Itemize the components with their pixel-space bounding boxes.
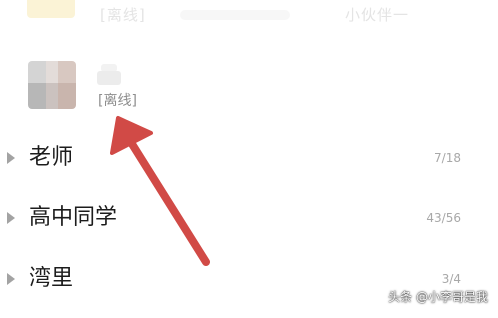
collapse-caret-icon (7, 273, 15, 285)
friend-name-blurred (97, 71, 121, 85)
group-row-high-school[interactable]: 高中同学 43/56 (0, 196, 498, 240)
offline-status-label: [离线] (98, 93, 137, 109)
contact-note: 小伙伴一 (345, 6, 410, 24)
group-name: 高中同学 (29, 205, 118, 230)
contact-avatar[interactable] (27, 0, 75, 18)
group-online-count: 43/56 (426, 211, 461, 225)
group-name: 老师 (29, 145, 74, 170)
group-online-count: 7/18 (434, 151, 461, 165)
contact-status: [离线] (100, 6, 146, 24)
collapse-caret-icon (7, 212, 15, 224)
contact-signature (180, 10, 290, 20)
group-row-teachers[interactable]: 老师 7/18 (0, 136, 498, 180)
group-name: 湾里 (29, 266, 74, 291)
watermark: 头条 @小李哥是我 (388, 290, 488, 304)
friend-avatar[interactable] (28, 61, 76, 109)
collapse-caret-icon (7, 152, 15, 164)
